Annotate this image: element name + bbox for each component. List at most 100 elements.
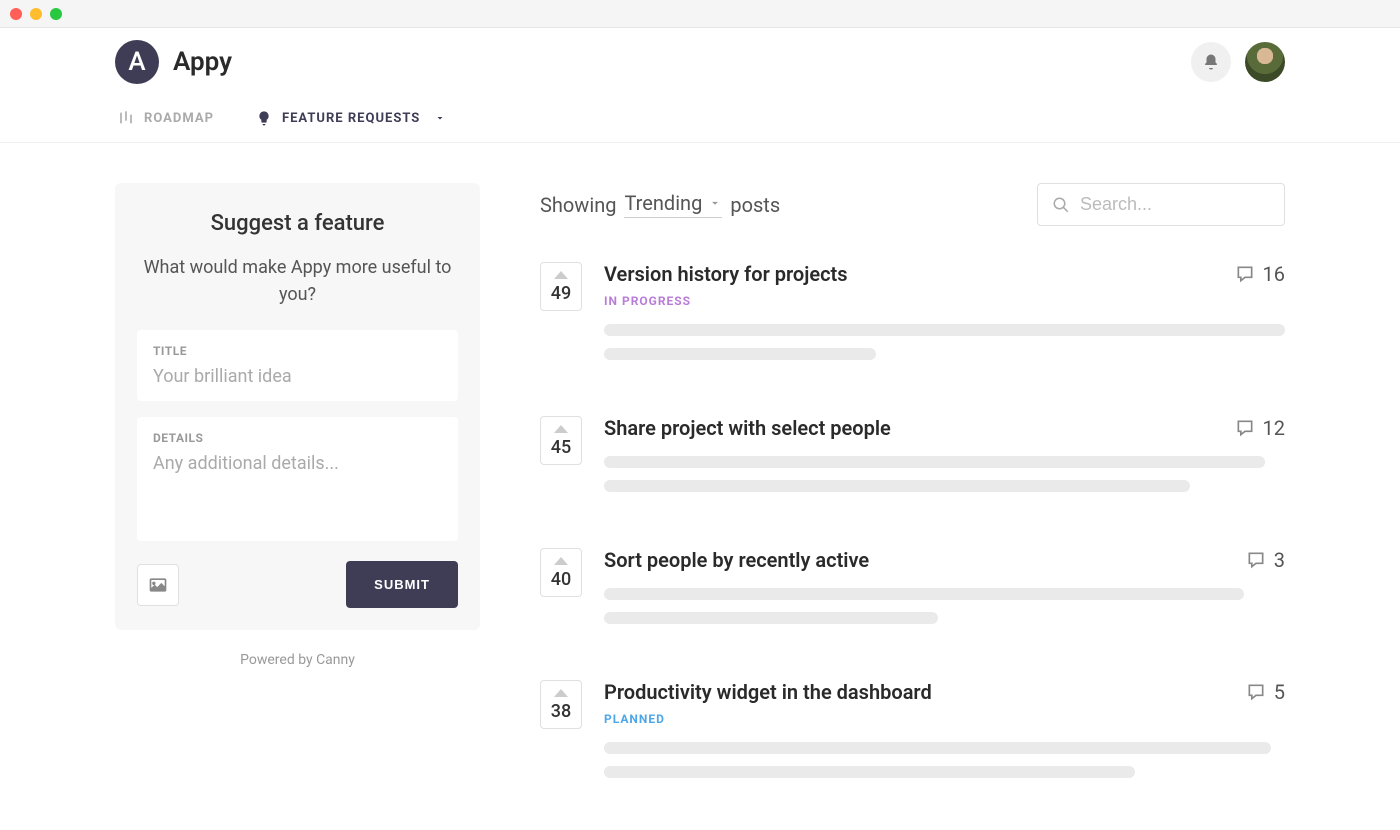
vote-box[interactable]: 49 [540, 262, 582, 311]
post-item: 38Productivity widget in the dashboard5P… [540, 680, 1285, 790]
upvote-caret-icon [554, 689, 568, 697]
skeleton-line [604, 456, 1265, 468]
vote-box[interactable]: 40 [540, 548, 582, 597]
post-body: Share project with select people 12 [604, 416, 1285, 504]
upvote-caret-icon [554, 557, 568, 565]
suggest-actions: SUBMIT [137, 561, 458, 608]
sort-value: Trending [624, 191, 702, 215]
details-field: DETAILS [137, 417, 458, 541]
chevron-down-icon [434, 112, 446, 124]
roadmap-icon [118, 110, 134, 126]
traffic-lights [10, 8, 62, 20]
content: Suggest a feature What would make Appy m… [0, 143, 1400, 830]
post-title[interactable]: Productivity widget in the dashboard [604, 680, 932, 704]
showing-prefix: Showing [540, 193, 616, 217]
post-title[interactable]: Sort people by recently active [604, 548, 869, 572]
search-input[interactable] [1080, 194, 1270, 215]
post-body: Productivity widget in the dashboard 5 PLA… [604, 680, 1285, 790]
skeleton-line [604, 588, 1244, 600]
nav-roadmap[interactable]: ROADMAP [118, 110, 214, 126]
post-description-placeholder [604, 324, 1285, 360]
header: A Appy [0, 28, 1400, 92]
close-window-button[interactable] [10, 8, 22, 20]
attach-image-button[interactable] [137, 564, 179, 606]
comment-icon [1235, 418, 1255, 438]
powered-by[interactable]: Powered by Canny [115, 652, 480, 668]
post-head: Sort people by recently active 3 [604, 548, 1285, 572]
image-icon [148, 575, 168, 595]
title-field-label: TITLE [153, 344, 442, 358]
skeleton-line [604, 324, 1285, 336]
post-body: Version history for projects 16 IN PROGRES… [604, 262, 1285, 372]
post-description-placeholder [604, 742, 1285, 778]
nav-roadmap-label: ROADMAP [144, 111, 214, 126]
lightbulb-icon [256, 110, 272, 126]
comment-icon [1246, 682, 1266, 702]
skeleton-line [604, 348, 876, 360]
post-item: 45 Share project with select people 12 [540, 416, 1285, 504]
post-description-placeholder [604, 456, 1285, 492]
post-body: Sort people by recently active 3 [604, 548, 1285, 636]
app-logo[interactable]: A [115, 40, 159, 84]
post-title[interactable]: Version history for projects [604, 262, 848, 286]
title-field: TITLE [137, 330, 458, 401]
skeleton-line [604, 480, 1190, 492]
notifications-button[interactable] [1191, 42, 1231, 82]
maximize-window-button[interactable] [50, 8, 62, 20]
comments-count: 5 [1274, 680, 1285, 704]
suggest-box: Suggest a feature What would make Appy m… [115, 183, 480, 630]
post-item: 40 Sort people by recently active 3 [540, 548, 1285, 636]
post-head: Version history for projects 16 [604, 262, 1285, 286]
comment-icon [1235, 264, 1255, 284]
vote-box[interactable]: 45 [540, 416, 582, 465]
nav-feature-requests-label: FEATURE REQUESTS [282, 111, 420, 126]
title-input[interactable] [153, 366, 442, 387]
details-field-label: DETAILS [153, 431, 442, 445]
submit-button[interactable]: SUBMIT [346, 561, 458, 608]
status-tag: PLANNED [604, 712, 1285, 726]
showing-suffix: posts [730, 193, 780, 217]
comments-count: 3 [1274, 548, 1285, 572]
post-item: 49 Version history for projects 16 IN PROGR… [540, 262, 1285, 372]
upvote-caret-icon [554, 425, 568, 433]
status-tag: IN PROGRESS [604, 294, 1285, 308]
suggest-subtitle: What would make Appy more useful to you? [137, 254, 458, 308]
nav-feature-requests[interactable]: FEATURE REQUESTS [256, 110, 446, 126]
bell-icon [1202, 53, 1220, 71]
suggest-panel: Suggest a feature What would make Appy m… [115, 183, 480, 668]
comments-link[interactable]: 16 [1235, 262, 1285, 286]
user-avatar[interactable] [1245, 42, 1285, 82]
post-head: Share project with select people 12 [604, 416, 1285, 440]
search-icon [1052, 196, 1070, 214]
comments-count: 12 [1263, 416, 1285, 440]
header-right [1191, 42, 1285, 82]
post-description-placeholder [604, 588, 1285, 624]
post-title[interactable]: Share project with select people [604, 416, 891, 440]
vote-count: 38 [551, 701, 571, 722]
showing-text: Showing Trending posts [540, 191, 780, 218]
vote-count: 40 [551, 569, 571, 590]
minimize-window-button[interactable] [30, 8, 42, 20]
search-box[interactable] [1037, 183, 1285, 226]
comments-link[interactable]: 5 [1246, 680, 1285, 704]
vote-count: 49 [551, 283, 571, 304]
header-left: A Appy [115, 40, 232, 84]
upvote-caret-icon [554, 271, 568, 279]
skeleton-line [604, 766, 1135, 778]
suggest-title: Suggest a feature [137, 211, 458, 236]
vote-box[interactable]: 38 [540, 680, 582, 729]
posts-container: 49 Version history for projects 16 IN PROGR… [540, 262, 1285, 790]
main-nav: ROADMAP FEATURE REQUESTS [0, 92, 1400, 143]
vote-count: 45 [551, 437, 571, 458]
list-header: Showing Trending posts [540, 183, 1285, 226]
sort-dropdown[interactable]: Trending [624, 191, 722, 218]
post-head: Productivity widget in the dashboard 5 [604, 680, 1285, 704]
app-name: Appy [173, 47, 232, 77]
comments-link[interactable]: 3 [1246, 548, 1285, 572]
comments-count: 16 [1263, 262, 1285, 286]
skeleton-line [604, 742, 1271, 754]
skeleton-line [604, 612, 938, 624]
details-input[interactable] [153, 453, 442, 523]
comments-link[interactable]: 12 [1235, 416, 1285, 440]
post-list: Showing Trending posts 49 Version history… [540, 183, 1285, 790]
